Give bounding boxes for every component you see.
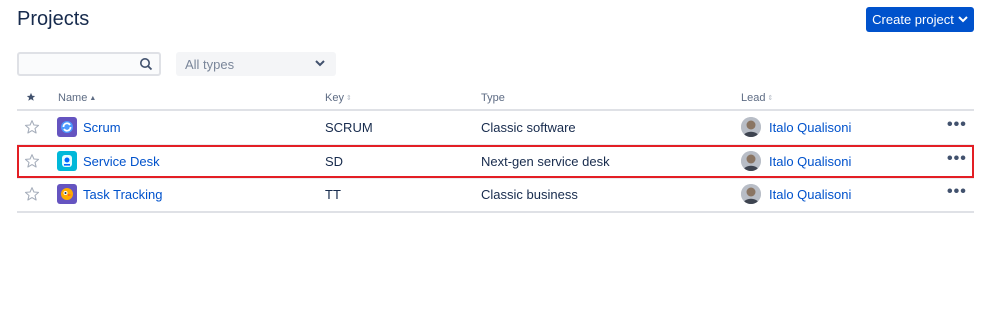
chevron-down-icon: [314, 57, 326, 72]
create-project-button[interactable]: Create project: [866, 7, 974, 32]
key-header-label: Key: [325, 92, 344, 104]
more-actions-icon[interactable]: •••: [947, 117, 967, 133]
create-project-label: Create project: [872, 12, 954, 27]
project-key: SD: [325, 154, 344, 169]
star-outline-icon[interactable]: [24, 186, 40, 207]
avatar: [741, 151, 761, 171]
name-header-label: Name: [58, 92, 88, 104]
scrum-project-icon: [57, 117, 77, 137]
star-outline-icon[interactable]: [24, 119, 40, 140]
project-name-link[interactable]: Scrum: [83, 120, 121, 135]
project-lead-link[interactable]: Italo Qualisoni: [769, 154, 851, 169]
star-outline-icon[interactable]: [24, 153, 40, 174]
star-filled-icon: [26, 92, 36, 105]
table-bottom-divider: [17, 211, 974, 213]
name-column-header[interactable]: Name ▲: [58, 92, 96, 104]
more-actions-icon[interactable]: •••: [947, 184, 967, 200]
lead-column-header[interactable]: Lead ⇕: [741, 92, 773, 104]
project-lead-link[interactable]: Italo Qualisoni: [769, 187, 851, 202]
page-title: Projects: [17, 8, 90, 30]
more-actions-icon[interactable]: •••: [947, 151, 967, 167]
sort-ascending-icon: ▲: [89, 94, 97, 102]
project-type: Classic software: [481, 120, 576, 135]
type-column-header: Type: [481, 92, 505, 104]
avatar: [741, 184, 761, 204]
project-lead-link[interactable]: Italo Qualisoni: [769, 120, 851, 135]
avatar: [741, 117, 761, 137]
task-tracking-project-icon: [57, 184, 77, 204]
search-icon[interactable]: [139, 57, 153, 76]
table-row[interactable]: Scrum SCRUM Classic software Italo Quali…: [17, 111, 974, 144]
project-name-link[interactable]: Task Tracking: [83, 187, 162, 202]
sort-icon: ⇕: [345, 95, 352, 102]
search-field[interactable]: [17, 52, 161, 76]
project-key: SCRUM: [325, 120, 373, 135]
project-type-select[interactable]: All types: [176, 52, 336, 76]
project-name-link[interactable]: Service Desk: [83, 154, 160, 169]
search-input[interactable]: [19, 54, 146, 74]
table-row[interactable]: Task Tracking TT Classic business Italo …: [17, 178, 974, 211]
project-key: TT: [325, 187, 341, 202]
lead-header-label: Lead: [741, 92, 766, 104]
sort-icon: ⇕: [767, 95, 774, 102]
table-row[interactable]: Service Desk SD Next-gen service desk It…: [17, 145, 974, 178]
key-column-header[interactable]: Key ⇕: [325, 92, 352, 104]
chevron-down-icon: [958, 15, 968, 26]
project-type-value: All types: [185, 56, 235, 72]
project-type: Classic business: [481, 187, 578, 202]
service-desk-project-icon: [57, 151, 77, 171]
project-type: Next-gen service desk: [481, 154, 610, 169]
type-header-label: Type: [481, 92, 505, 104]
favorite-column-header[interactable]: [26, 92, 36, 105]
